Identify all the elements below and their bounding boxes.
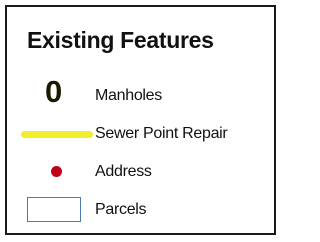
legend-item-address: Address	[7, 157, 274, 187]
red-dot-icon	[51, 166, 62, 177]
yellow-line-icon	[21, 131, 93, 138]
sewer-point-repair-symbol	[7, 119, 93, 149]
legend-item-parcels: Parcels	[7, 195, 274, 225]
parcels-symbol	[7, 195, 93, 225]
legend-label-sewer-point-repair: Sewer Point Repair	[95, 125, 228, 142]
legend-title: Existing Features	[27, 27, 214, 53]
legend-label-parcels: Parcels	[95, 201, 147, 218]
map-legend: Existing Features 0 Manholes Sewer Point…	[5, 5, 276, 235]
address-symbol	[7, 157, 93, 187]
legend-label-address: Address	[95, 163, 152, 180]
manhole-symbol: 0	[7, 76, 93, 111]
legend-item-manholes: 0 Manholes	[7, 76, 274, 111]
manhole-icon: 0	[45, 74, 63, 109]
legend-item-sewer-point-repair: Sewer Point Repair	[7, 119, 274, 149]
legend-label-manholes: Manholes	[95, 87, 162, 104]
parcel-outline-icon	[27, 197, 81, 222]
